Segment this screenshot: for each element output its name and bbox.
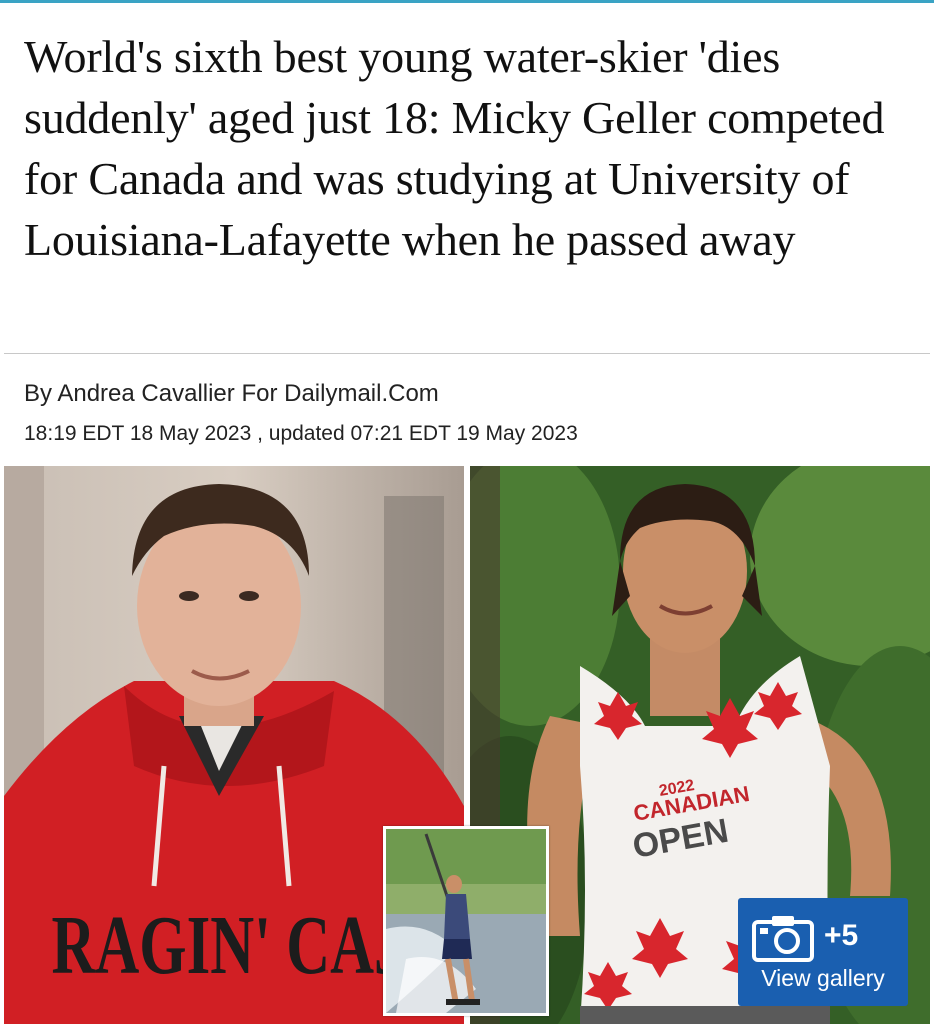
waterski-inset-photo[interactable] bbox=[383, 826, 549, 1016]
gallery-label: View gallery bbox=[761, 965, 885, 991]
gallery-count: +5 bbox=[824, 919, 859, 952]
view-gallery-button[interactable]: +5 View gallery bbox=[738, 898, 908, 1006]
article-dateline: 18:19 EDT 18 May 2023 , updated 07:21 ED… bbox=[24, 422, 578, 445]
headline-divider bbox=[4, 353, 930, 354]
top-accent-rule bbox=[0, 0, 934, 3]
camera-icon bbox=[752, 914, 814, 962]
waterski-illustration bbox=[386, 829, 546, 1013]
article-byline: By Andrea Cavallier For Dailymail.Com bbox=[24, 380, 439, 407]
article-headline: World's sixth best young water-skier 'di… bbox=[24, 31, 885, 265]
